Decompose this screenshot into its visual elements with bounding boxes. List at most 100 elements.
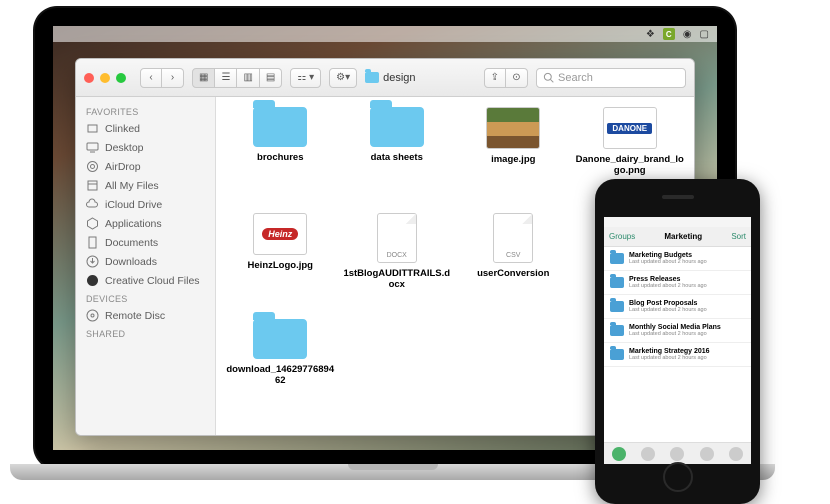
file-item[interactable]: brochures — [224, 107, 337, 207]
arrange-button[interactable]: ⚏ ▾ — [290, 68, 321, 88]
airdrop-icon — [86, 160, 99, 173]
list-view-button[interactable]: ☰ — [215, 68, 237, 88]
share-button[interactable]: ⇪ — [484, 68, 506, 88]
finder-titlebar: ‹ › ▦ ☰ ▥ ▤ ⚏ ▾ ⚙︎ ▾ design — [76, 59, 694, 97]
sidebar-item-label: All My Files — [105, 180, 159, 192]
phone-row-title: Press Releases — [629, 276, 745, 283]
file-label: download_1462977689462 — [225, 365, 335, 387]
folder-icon — [253, 107, 307, 147]
sidebar-item-airdrop[interactable]: AirDrop — [76, 157, 215, 176]
phone-tab-3[interactable] — [670, 447, 684, 461]
image-thumbnail — [486, 107, 540, 149]
image-thumbnail: DANONE — [603, 107, 657, 149]
phone-row-title: Marketing Budgets — [629, 252, 745, 259]
minimize-button[interactable] — [100, 73, 110, 83]
phone-list-row[interactable]: Marketing Strategy 2016 Last updated abo… — [604, 343, 751, 367]
file-label: 1stBlogAUDITTRAILS.docx — [342, 269, 452, 291]
sidebar-item-desktop[interactable]: Desktop — [76, 138, 215, 157]
phone-row-subtitle: Last updated about 2 hours ago — [629, 307, 745, 313]
nav-buttons: ‹ › — [140, 68, 184, 88]
phone-nav-title: Marketing — [664, 232, 702, 241]
phone-tab-4[interactable] — [700, 447, 714, 461]
sidebar-section-header: Favorites — [76, 103, 215, 119]
file-label: userConversion — [477, 269, 549, 280]
menubar-c-icon[interactable]: C — [663, 28, 675, 40]
phone-list-row[interactable]: Marketing Budgets Last updated about 2 h… — [604, 247, 751, 271]
search-icon — [543, 72, 554, 83]
phone-list-row[interactable]: Press Releases Last updated about 2 hour… — [604, 271, 751, 295]
file-label: data sheets — [371, 153, 423, 164]
file-item[interactable]: data sheets — [341, 107, 454, 207]
sidebar-item-label: Clinked — [105, 123, 140, 135]
folder-icon — [610, 325, 624, 336]
window-controls — [84, 73, 126, 83]
file-label: HeinzLogo.jpg — [248, 261, 313, 272]
phone-list-row[interactable]: Blog Post Proposals Last updated about 2… — [604, 295, 751, 319]
folder-icon — [253, 319, 307, 359]
desktop-icon — [86, 141, 99, 154]
menubar-leaf-icon[interactable]: ❖ — [646, 29, 655, 40]
back-button[interactable]: ‹ — [140, 68, 162, 88]
icloud-icon — [86, 198, 99, 211]
folder-icon — [610, 277, 624, 288]
phone-row-subtitle: Last updated about 2 hours ago — [629, 355, 745, 361]
phone-navbar: Groups Marketing Sort — [604, 227, 751, 247]
phone-tab-2[interactable] — [641, 447, 655, 461]
menubar-airplay-icon[interactable]: ▢ — [700, 29, 709, 40]
sidebar-item-all my files[interactable]: All My Files — [76, 176, 215, 195]
close-button[interactable] — [84, 73, 94, 83]
search-field[interactable]: Search — [536, 68, 686, 88]
window-title-text: design — [383, 72, 415, 84]
document-icon: CSV — [493, 213, 533, 263]
sidebar-item-creative cloud files[interactable]: Creative Cloud Files — [76, 271, 215, 290]
sidebar-item-documents[interactable]: Documents — [76, 233, 215, 252]
macos-menubar: ❖ C ◉ ▢ — [53, 26, 717, 42]
apps-icon — [86, 217, 99, 230]
phone-nav-sort[interactable]: Sort — [731, 232, 746, 241]
sidebar-item-label: AirDrop — [105, 161, 141, 173]
folder-icon — [365, 72, 379, 83]
menubar-cc-icon[interactable]: ◉ — [683, 29, 692, 40]
sidebar-item-applications[interactable]: Applications — [76, 214, 215, 233]
icon-view-button[interactable]: ▦ — [192, 68, 215, 88]
phone-row-subtitle: Last updated about 2 hours ago — [629, 331, 745, 337]
disc-icon — [86, 309, 99, 322]
sidebar-item-icloud drive[interactable]: iCloud Drive — [76, 195, 215, 214]
file-item[interactable]: CSV userConversion — [457, 213, 570, 313]
phone-tab-5[interactable] — [729, 447, 743, 461]
sidebar-item-downloads[interactable]: Downloads — [76, 252, 215, 271]
folder-icon — [610, 349, 624, 360]
action-button[interactable]: ⚙︎ ▾ — [329, 68, 357, 88]
tags-button[interactable]: ⊙ — [506, 68, 528, 88]
file-item[interactable]: Heinz HeinzLogo.jpg — [224, 213, 337, 313]
sidebar-item-clinked[interactable]: Clinked — [76, 119, 215, 138]
sidebar-item-label: Creative Cloud Files — [105, 275, 200, 287]
sidebar-item-remote disc[interactable]: Remote Disc — [76, 306, 215, 325]
sidebar-item-label: Desktop — [105, 142, 144, 154]
allfiles-icon — [86, 179, 99, 192]
folder-icon — [610, 301, 624, 312]
image-thumbnail: Heinz — [253, 213, 307, 255]
phone-row-subtitle: Last updated about 2 hours ago — [629, 259, 745, 265]
file-item[interactable]: download_1462977689462 — [224, 319, 337, 419]
forward-button[interactable]: › — [162, 68, 184, 88]
phone-nav-back[interactable]: Groups — [609, 232, 635, 241]
phone-list-row[interactable]: Monthly Social Media Plans Last updated … — [604, 319, 751, 343]
docs-icon — [86, 236, 99, 249]
column-view-button[interactable]: ▥ — [237, 68, 259, 88]
phone-row-subtitle: Last updated about 2 hours ago — [629, 283, 745, 289]
phone-row-title: Monthly Social Media Plans — [629, 324, 745, 331]
window-title: design — [365, 72, 415, 84]
sidebar-item-label: Applications — [105, 218, 162, 230]
file-item[interactable]: DOCX 1stBlogAUDITTRAILS.docx — [341, 213, 454, 313]
phone-tab-1[interactable] — [612, 447, 626, 461]
file-label: image.jpg — [491, 155, 535, 166]
file-label: Danone_dairy_brand_logo.png — [575, 155, 685, 177]
finder-sidebar: Favorites Clinked Desktop AirDrop All My… — [76, 97, 216, 435]
sidebar-section-header: Shared — [76, 325, 215, 341]
coverflow-view-button[interactable]: ▤ — [260, 68, 282, 88]
zoom-button[interactable] — [116, 73, 126, 83]
sidebar-item-label: Downloads — [105, 256, 157, 268]
file-item[interactable]: image.jpg — [457, 107, 570, 207]
phone-row-title: Blog Post Proposals — [629, 300, 745, 307]
